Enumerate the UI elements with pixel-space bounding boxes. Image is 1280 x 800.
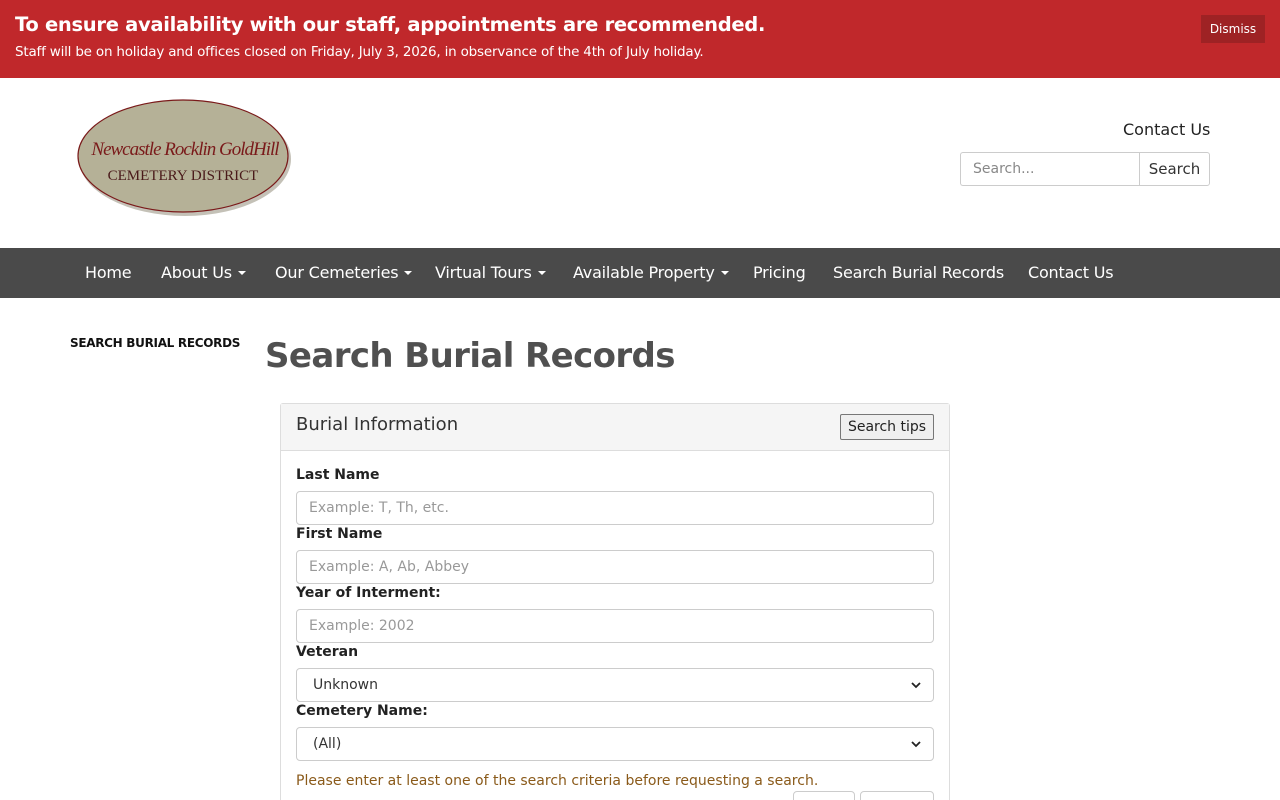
form-action-button[interactable] (860, 791, 934, 800)
site-search: Search (960, 152, 1210, 186)
chevron-down-icon (911, 741, 921, 748)
year-of-interment-label: Year of Interment: (296, 585, 441, 601)
panel-header: Burial Information Search tips (281, 404, 949, 451)
nav-available-property[interactable]: Available Property (573, 248, 729, 298)
cemetery-name-label: Cemetery Name: (296, 703, 428, 719)
main-navbar: Home About Us Our Cemeteries Virtual Tou… (0, 248, 1280, 298)
nav-home-label: Home (85, 263, 132, 282)
announcement-message: Staff will be on holiday and offices clo… (15, 44, 704, 60)
veteran-label: Veteran (296, 644, 359, 660)
caret-down-icon (404, 270, 413, 275)
nav-home[interactable]: Home (85, 248, 132, 298)
logo-name-text: Newcastle Rocklin GoldHill (90, 139, 279, 160)
header-contact-link[interactable]: Contact Us (1123, 120, 1210, 139)
veteran-select[interactable]: Unknown (296, 668, 934, 702)
nav-virtual-tours[interactable]: Virtual Tours (435, 248, 546, 298)
nav-contact-us[interactable]: Contact Us (1028, 248, 1114, 298)
site-search-button[interactable]: Search (1139, 152, 1210, 186)
nav-our-cemeteries[interactable]: Our Cemeteries (275, 248, 413, 298)
nav-search-burial-records-label: Search Burial Records (833, 263, 1004, 282)
caret-down-icon (537, 270, 546, 275)
cemetery-name-select[interactable]: (All) (296, 727, 934, 761)
site-search-input[interactable] (960, 152, 1139, 186)
dismiss-button[interactable]: Dismiss (1201, 15, 1265, 43)
nav-about-us[interactable]: About Us (161, 248, 246, 298)
cemetery-select-value: (All) (313, 736, 342, 752)
veteran-select-value: Unknown (313, 677, 378, 693)
nav-virtual-tours-label: Virtual Tours (435, 263, 532, 282)
first-name-input[interactable] (296, 550, 934, 584)
chevron-down-icon (911, 682, 921, 689)
first-name-label: First Name (296, 526, 383, 542)
nav-search-burial-records[interactable]: Search Burial Records (833, 248, 1004, 298)
announcement-banner: To ensure availability with our staff, a… (0, 0, 1280, 78)
sidebar-item-search-burial-records[interactable]: SEARCH BURIAL RECORDS (70, 336, 240, 350)
announcement-title: To ensure availability with our staff, a… (15, 13, 766, 36)
search-criteria-hint: Please enter at least one of the search … (296, 773, 819, 789)
year-of-interment-input[interactable] (296, 609, 934, 643)
nav-about-us-label: About Us (161, 263, 232, 282)
nav-our-cemeteries-label: Our Cemeteries (275, 263, 399, 282)
search-tips-button[interactable]: Search tips (840, 414, 934, 440)
cemetery-district-logo: Newcastle Rocklin GoldHill CEMETERY DIST… (77, 99, 291, 216)
caret-down-icon (237, 270, 246, 275)
site-logo[interactable]: Newcastle Rocklin GoldHill CEMETERY DIST… (75, 96, 293, 218)
nav-pricing-label: Pricing (753, 263, 806, 282)
logo-district-text: CEMETERY DISTRICT (108, 168, 259, 184)
last-name-input[interactable] (296, 491, 934, 525)
page-title: Search Burial Records (265, 336, 676, 376)
nav-pricing[interactable]: Pricing (753, 248, 806, 298)
panel-title: Burial Information (296, 414, 459, 435)
form-action-button[interactable] (793, 791, 855, 800)
last-name-label: Last Name (296, 467, 380, 483)
caret-down-icon (720, 270, 729, 275)
nav-contact-us-label: Contact Us (1028, 263, 1114, 282)
nav-available-property-label: Available Property (573, 263, 715, 282)
